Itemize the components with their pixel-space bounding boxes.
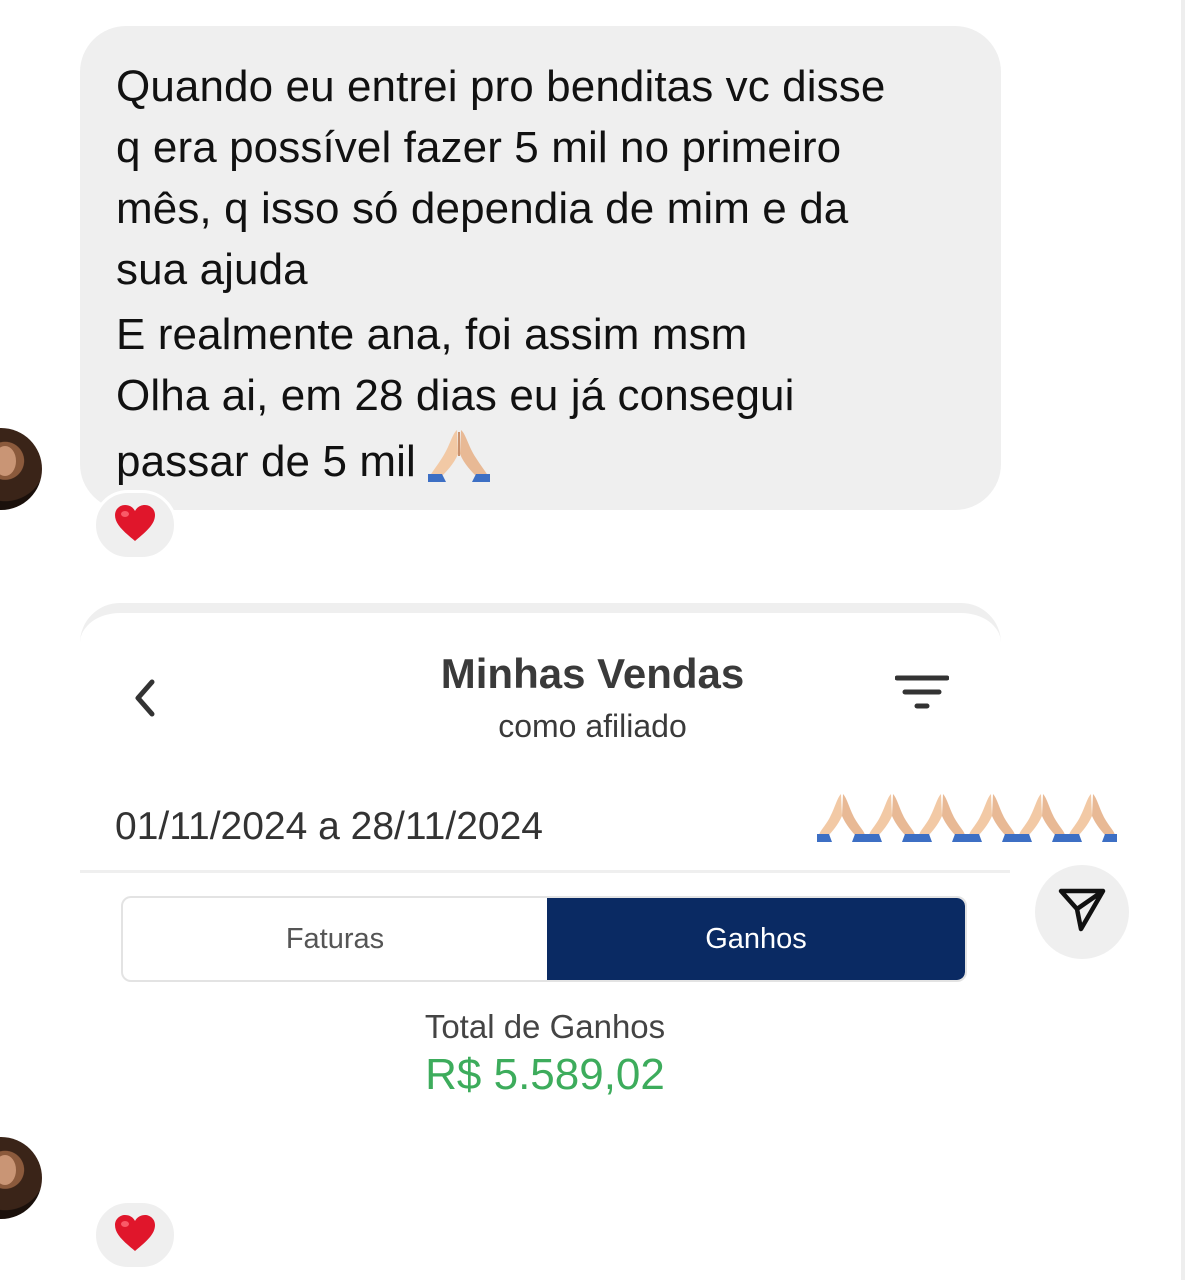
- message-line: passar de 5 mil: [116, 437, 416, 486]
- filter-icon[interactable]: [894, 672, 950, 717]
- message-last-line: passar de 5 mil: [116, 426, 965, 498]
- heart-icon: [113, 503, 157, 548]
- praying-hands-row: [817, 792, 1117, 842]
- message-bubble[interactable]: Quando eu entrei pro benditas vc disse q…: [80, 26, 1001, 510]
- send-icon: [1057, 887, 1107, 938]
- heart-reaction[interactable]: [93, 490, 177, 560]
- message-line: q era possível fazer 5 mil no primeiro: [116, 123, 842, 172]
- divider: [80, 870, 1010, 873]
- share-button[interactable]: [1035, 865, 1129, 959]
- heart-icon: [113, 1213, 157, 1258]
- tab-ganhos[interactable]: Ganhos: [547, 898, 965, 980]
- page-title: Minhas Vendas: [440, 650, 745, 697]
- tab-switcher: Faturas Ganhos: [121, 896, 967, 982]
- tab-faturas[interactable]: Faturas: [123, 898, 547, 980]
- message-line: Quando eu entrei pro benditas vc disse: [116, 62, 886, 111]
- page-subtitle: como afiliado: [498, 708, 687, 744]
- message-line: Olha ai, em 28 dias eu já consegui: [116, 371, 795, 420]
- praying-hands-icon: [427, 426, 490, 498]
- avatar[interactable]: [0, 1137, 42, 1219]
- message-line: E realmente ana, foi assim msm: [116, 310, 748, 359]
- message-line: sua ajuda: [116, 245, 308, 294]
- message-line: mês, q isso só dependia de mim e da: [116, 184, 849, 233]
- scroll-edge: [1181, 0, 1185, 1280]
- total-label: Total de Ganhos: [424, 1008, 666, 1045]
- total-value: R$ 5.589,02: [425, 1050, 665, 1099]
- heart-reaction[interactable]: [93, 1200, 177, 1270]
- date-range: 01/11/2024 a 28/11/2024: [115, 805, 543, 848]
- avatar[interactable]: [0, 428, 42, 510]
